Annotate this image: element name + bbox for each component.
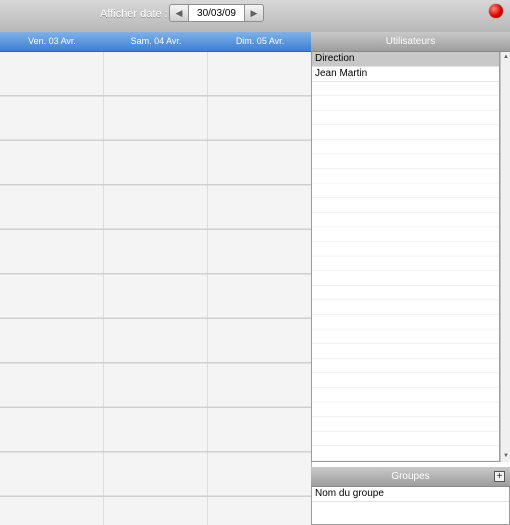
- toolbar: Afficher date : ◀ 30/03/09 ▶: [0, 0, 510, 32]
- next-date-button[interactable]: ▶: [244, 4, 264, 22]
- day-column-header: Sam. 04 Avr.: [130, 36, 182, 46]
- users-scrollbar[interactable]: ▲ ▼: [500, 52, 510, 462]
- list-item[interactable]: Jean Martin: [312, 67, 499, 82]
- day-column-header: Dim. 05 Avr.: [235, 36, 285, 46]
- day-column-header: Ven. 03 Avr.: [28, 36, 76, 46]
- calendar-grid[interactable]: [0, 52, 312, 525]
- scroll-down-icon[interactable]: ▼: [502, 452, 510, 461]
- close-button[interactable]: [489, 4, 503, 18]
- users-panel-title: Utilisateurs: [311, 32, 510, 52]
- arrow-right-icon: ▶: [250, 7, 258, 18]
- date-label: Afficher date :: [100, 8, 168, 20]
- add-group-button[interactable]: +: [494, 471, 505, 482]
- list-item[interactable]: Direction: [312, 52, 499, 67]
- groups-panel-title: Groupes: [311, 467, 510, 487]
- arrow-left-icon: ◀: [175, 7, 183, 18]
- day-header: Ven. 03 Avr. Sam. 04 Avr. Dim. 05 Avr.: [0, 32, 311, 52]
- groups-list[interactable]: Nom du groupe: [311, 487, 510, 525]
- date-field[interactable]: 30/03/09: [189, 4, 244, 22]
- scroll-up-icon[interactable]: ▲: [502, 53, 510, 62]
- users-list[interactable]: Direction Jean Martin: [311, 52, 500, 462]
- list-item[interactable]: Nom du groupe: [312, 487, 509, 502]
- previous-date-button[interactable]: ◀: [169, 4, 189, 22]
